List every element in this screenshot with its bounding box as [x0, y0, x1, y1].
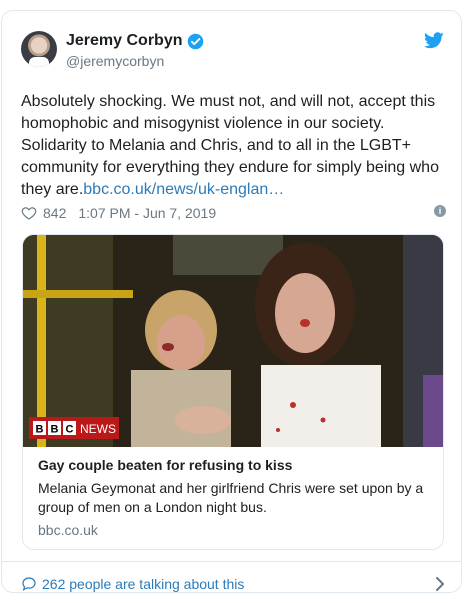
- author-handle[interactable]: @jeremycorbyn: [66, 53, 164, 69]
- bbc-logo-letter: C: [66, 424, 74, 436]
- verified-badge-icon: [187, 33, 204, 50]
- embedded-tweet: Jeremy Corbyn @jeremycorbyn Absolutely s…: [1, 10, 462, 593]
- like-count[interactable]: 842: [43, 205, 66, 221]
- news-photo: B B C NEWS: [23, 235, 443, 447]
- card-description: Melania Geymonat and her girlfriend Chri…: [38, 480, 424, 515]
- conversation-link[interactable]: 262 people are talking about this: [21, 574, 445, 594]
- info-icon[interactable]: i: [434, 205, 446, 217]
- heart-icon[interactable]: [21, 205, 37, 221]
- divider: [2, 561, 461, 562]
- link-preview-card[interactable]: B B C NEWS Gay couple beaten for refusin…: [22, 234, 444, 550]
- conversation-count[interactable]: 262 people are talking about this: [42, 576, 244, 592]
- card-title[interactable]: Gay couple beaten for refusing to kiss: [38, 457, 292, 473]
- bbc-logo-letter: B: [51, 424, 59, 436]
- card-domain: bbc.co.uk: [38, 522, 98, 538]
- tweet-text: Absolutely shocking. We must not, and wi…: [21, 91, 451, 201]
- tweet-timestamp[interactable]: 1:07 PM - Jun 7, 2019: [78, 205, 216, 221]
- twitter-bird-icon[interactable]: [424, 32, 444, 49]
- tweet-meta: 842 1:07 PM - Jun 7, 2019 i: [21, 203, 446, 223]
- author-name[interactable]: Jeremy Corbyn: [66, 32, 183, 50]
- comment-bubble-icon: [22, 577, 36, 591]
- tweet-link[interactable]: bbc.co.uk/news/uk-englan…: [83, 181, 284, 198]
- avatar[interactable]: [21, 31, 57, 67]
- bbc-logo-letter: B: [36, 424, 44, 436]
- chevron-right-icon[interactable]: [435, 577, 445, 591]
- bbc-logo-news: NEWS: [80, 422, 116, 436]
